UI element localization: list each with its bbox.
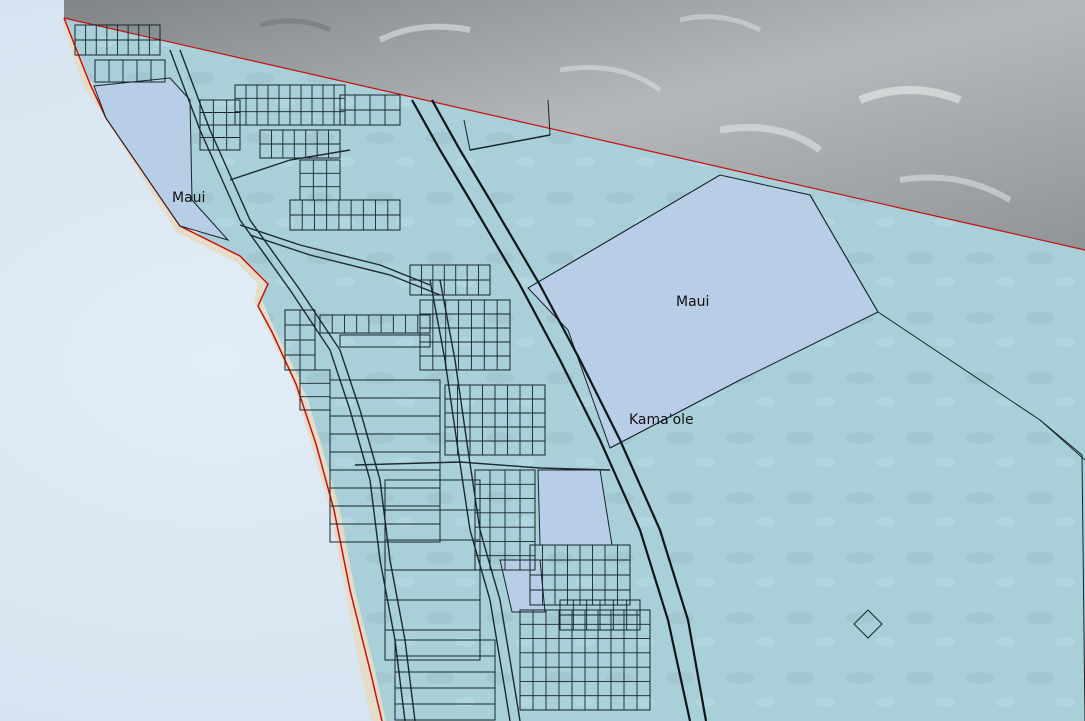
label-maui-east: Maui <box>676 294 709 310</box>
map-canvas[interactable]: Maui Maui Kama'ole <box>0 0 1085 721</box>
parcel-small-mid[interactable] <box>537 469 613 546</box>
label-kamaole: Kama'ole <box>629 412 694 428</box>
label-maui-north: Maui <box>172 190 205 206</box>
